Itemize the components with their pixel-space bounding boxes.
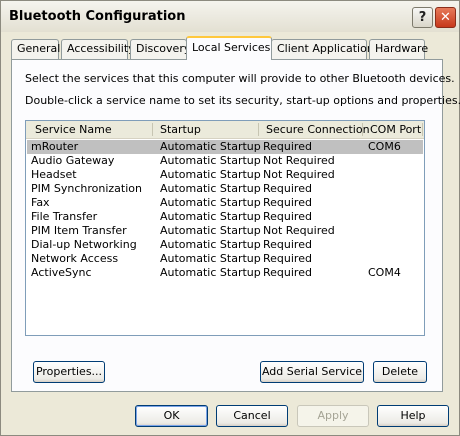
startup-value: Automatic Startup [160, 224, 261, 237]
secure-connection-value: Not Required [263, 224, 335, 237]
startup-value: Automatic Startup [160, 154, 261, 167]
bluetooth-configuration-dialog: Bluetooth Configuration ? ✕ General Acce… [0, 0, 460, 436]
startup-value: Automatic Startup [160, 168, 261, 181]
secure-connection-value: Required [263, 252, 312, 265]
services-list[interactable]: Service Name Startup Secure Connection C… [25, 120, 425, 336]
tab-accessibility[interactable]: Accessibility [61, 39, 135, 59]
service-name: ActiveSync [31, 266, 92, 279]
properties-button[interactable]: Properties... [33, 361, 105, 383]
table-row[interactable]: File Transfer Automatic Startup Required [27, 210, 423, 224]
service-name: PIM Item Transfer [31, 224, 127, 237]
column-divider[interactable] [422, 123, 423, 136]
startup-value: Automatic Startup [160, 140, 261, 153]
startup-value: Automatic Startup [160, 266, 261, 279]
secure-connection-value: Required [263, 210, 312, 223]
apply-button[interactable]: Apply [297, 405, 369, 427]
startup-value: Automatic Startup [160, 252, 261, 265]
table-row[interactable]: Fax Automatic Startup Required [27, 196, 423, 210]
service-name: mRouter [31, 140, 79, 153]
table-row[interactable]: Dial-up Networking Automatic Startup Req… [27, 238, 423, 252]
secure-connection-value: Required [263, 238, 312, 251]
tab-general[interactable]: General [11, 39, 60, 59]
service-name: Audio Gateway [31, 154, 115, 167]
startup-value: Automatic Startup [160, 210, 261, 223]
close-icon[interactable]: ✕ [435, 7, 456, 28]
ok-button[interactable]: OK [135, 405, 208, 427]
secure-connection-value: Required [263, 182, 312, 195]
column-header-com-port[interactable]: COM Port [370, 123, 421, 136]
com-port-value: COM6 [368, 140, 401, 153]
column-header-secure-connection[interactable]: Secure Connection [266, 123, 370, 136]
table-row[interactable]: PIM Item Transfer Automatic Startup Not … [27, 224, 423, 238]
service-name: File Transfer [31, 210, 98, 223]
intro-text-select: Select the services that this computer w… [25, 72, 455, 85]
secure-connection-value: Required [263, 266, 312, 279]
table-row[interactable]: Headset Automatic Startup Not Required [27, 168, 423, 182]
help-icon[interactable]: ? [412, 7, 433, 28]
tab-local-services[interactable]: Local Services [186, 36, 272, 60]
column-header-startup[interactable]: Startup [160, 123, 201, 136]
table-row[interactable]: PIM Synchronization Automatic Startup Re… [27, 182, 423, 196]
service-name: PIM Synchronization [31, 182, 142, 195]
tab-client-applications[interactable]: Client Applications [271, 39, 380, 59]
column-divider[interactable] [258, 123, 259, 136]
local-services-panel: Select the services that this computer w… [11, 59, 460, 392]
table-row[interactable]: ActiveSync Automatic Startup Required CO… [27, 266, 423, 280]
delete-button[interactable]: Delete [373, 361, 427, 383]
tab-discovery[interactable]: Discovery [130, 39, 190, 59]
secure-connection-value: Required [263, 196, 312, 209]
list-header: Service Name Startup Secure Connection C… [26, 121, 424, 139]
table-row[interactable]: Network Access Automatic Startup Require… [27, 252, 423, 266]
column-header-service-name[interactable]: Service Name [35, 123, 112, 136]
help-button[interactable]: Help [377, 405, 449, 427]
secure-connection-value: Required [263, 140, 312, 153]
window-title: Bluetooth Configuration [9, 9, 186, 24]
column-divider[interactable] [152, 123, 153, 136]
service-name: Headset [31, 168, 77, 181]
startup-value: Automatic Startup [160, 238, 261, 251]
title-bar[interactable]: Bluetooth Configuration ? ✕ [1, 1, 459, 32]
startup-value: Automatic Startup [160, 196, 261, 209]
service-name: Fax [31, 196, 50, 209]
service-name: Network Access [31, 252, 119, 265]
service-name: Dial-up Networking [31, 238, 137, 251]
table-row[interactable]: Audio Gateway Automatic Startup Not Requ… [27, 154, 423, 168]
intro-text-double-click: Double-click a service name to set its s… [25, 94, 460, 107]
tab-hardware[interactable]: Hardware [369, 39, 428, 59]
startup-value: Automatic Startup [160, 182, 261, 195]
secure-connection-value: Not Required [263, 168, 335, 181]
column-divider[interactable] [362, 123, 363, 136]
secure-connection-value: Not Required [263, 154, 335, 167]
cancel-button[interactable]: Cancel [216, 405, 288, 427]
add-serial-service-button[interactable]: Add Serial Service [260, 361, 364, 383]
table-row[interactable]: mRouter Automatic Startup Required COM6 [27, 140, 423, 154]
com-port-value: COM4 [368, 266, 401, 279]
